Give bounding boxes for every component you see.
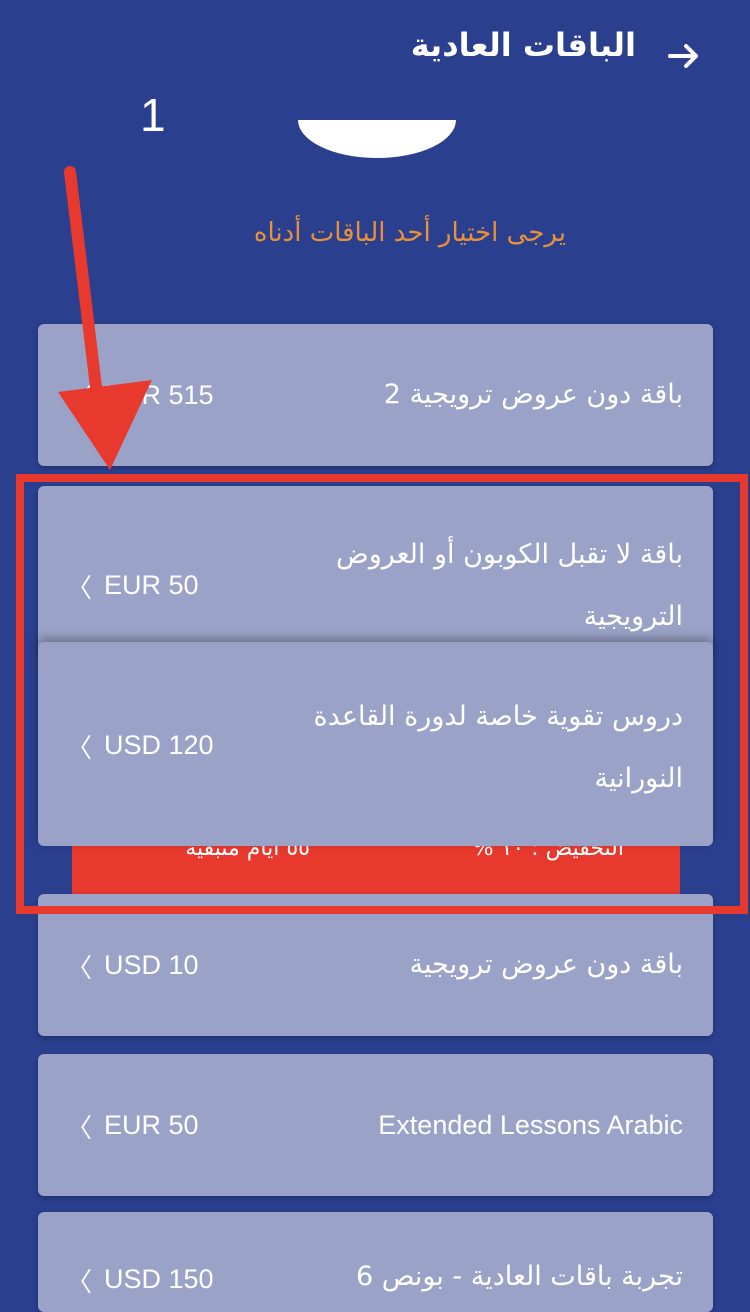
step-indicator-shape (298, 120, 456, 158)
chevron-left-icon: 〈 (66, 734, 93, 764)
instruction-text: يرجى اختيار أحد الباقات أدناه (253, 218, 566, 248)
package-card[interactable]: باقة لا تقبل الكوبون أو العروض الترويجية… (38, 486, 713, 656)
chevron-left-icon: 〈 (66, 384, 93, 414)
chevron-left-icon: 〈 (66, 1114, 93, 1144)
step-number: 1 (140, 89, 166, 141)
package-card[interactable]: تجربة باقات العادية - بونص 6 USD 150 〈 (38, 1212, 713, 1312)
page-title: الباقات العادية (410, 26, 636, 64)
package-name: باقة لا تقبل الكوبون أو العروض الترويجية (336, 539, 683, 632)
package-price: USD 10 (104, 950, 199, 980)
package-price: EUR 50 (104, 1110, 199, 1140)
package-price: EUR 50 (104, 570, 199, 600)
package-name: باقة دون عروض ترويجية (409, 949, 683, 980)
package-price: USD 120 (104, 730, 214, 760)
package-name: باقة دون عروض ترويجية 2 (383, 379, 683, 410)
arrow-right-icon[interactable] (664, 36, 704, 76)
chevron-left-icon: 〈 (66, 1268, 93, 1298)
package-card[interactable]: Extended Lessons Arabic EUR 50 〈 (38, 1054, 713, 1196)
package-name: تجربة باقات العادية - بونص 6 (355, 1261, 683, 1292)
package-card[interactable]: باقة دون عروض ترويجية 2 EUR 515 〈 (38, 324, 713, 466)
package-card[interactable]: باقة دون عروض ترويجية USD 10 〈 (38, 894, 713, 1036)
package-name: Extended Lessons Arabic (378, 1110, 683, 1140)
chevron-left-icon: 〈 (66, 954, 93, 984)
chevron-left-icon: 〈 (66, 574, 93, 604)
package-card[interactable]: دروس تقوية خاصة لدورة القاعدة النورانية … (38, 642, 713, 846)
package-price: EUR 515 (104, 380, 214, 410)
package-name: دروس تقوية خاصة لدورة القاعدة النورانية (313, 701, 683, 794)
package-price: USD 150 (104, 1264, 214, 1294)
